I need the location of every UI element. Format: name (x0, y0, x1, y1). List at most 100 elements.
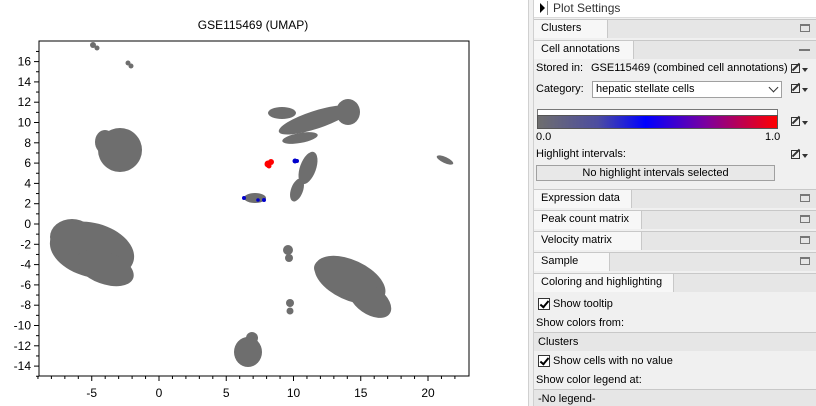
folder-icon[interactable] (800, 257, 810, 265)
y-tick-label: -12 (14, 339, 32, 353)
cell-cluster (268, 107, 296, 119)
y-tick-label: -14 (14, 359, 32, 373)
highlight-intervals-label: Highlight intervals: (536, 148, 626, 160)
plot-frame (38, 40, 470, 377)
x-tick-label: -5 (86, 386, 97, 400)
gradient-range-row: 0.0 1.0 (534, 131, 816, 144)
y-tick-label: -8 (20, 298, 31, 312)
y-tick-label: -6 (20, 278, 31, 292)
show-cells-no-value-checkbox[interactable] (538, 355, 550, 367)
show-cells-no-value-label: Show cells with no value (553, 355, 673, 367)
section-expression-data[interactable]: Expression data (534, 189, 816, 208)
folder-icon[interactable] (800, 24, 810, 32)
show-tooltip-label: Show tooltip (553, 298, 613, 310)
category-select-value: hepatic stellate cells (596, 83, 695, 95)
edit-dropdown-icon[interactable] (790, 62, 808, 76)
plot-settings-panel: Plot Settings Clusters Cell annotations … (534, 0, 816, 406)
cell-cluster (95, 130, 115, 154)
show-tooltip-checkbox[interactable] (538, 298, 550, 310)
section-cell-annotations-label[interactable]: Cell annotations (534, 41, 634, 59)
section-peak-count-matrix[interactable]: Peak count matrix (534, 210, 816, 229)
y-tick-label: 10 (18, 116, 32, 130)
plot-settings-title: Plot Settings (553, 1, 621, 15)
highlight-button-row: No highlight intervals selected (534, 164, 816, 182)
expand-arrow-icon[interactable] (540, 3, 545, 13)
gradient-min-label: 0.0 (536, 131, 552, 143)
stored-in-label: Stored in: (536, 62, 584, 74)
legend-position-select[interactable]: -No legend- (534, 389, 816, 406)
cell-cluster (283, 245, 293, 255)
colors-from-select[interactable]: Clusters (534, 332, 816, 351)
show-colors-from-row: Show colors from: (534, 317, 816, 331)
folder-icon[interactable] (800, 215, 810, 223)
low-value-cells (295, 159, 299, 163)
x-axis: -5 0 5 10 15 20 (37, 376, 456, 400)
cell-cluster (314, 258, 342, 278)
stored-in-value: GSE115469 (combined cell annotations) (591, 62, 788, 74)
x-tick-label: 10 (287, 386, 301, 400)
collapse-icon[interactable] (799, 49, 810, 51)
section-clusters[interactable]: Clusters (534, 19, 816, 38)
y-tick-label: 6 (24, 156, 31, 170)
section-coloring-label[interactable]: Coloring and highlighting (534, 274, 674, 292)
y-tick-label: 2 (24, 197, 31, 211)
category-row: Category: hepatic stellate cells (534, 81, 816, 98)
cell-cluster (336, 99, 360, 125)
x-tick-label: 5 (223, 386, 230, 400)
chevron-down-icon[interactable] (768, 82, 779, 93)
highlighted-cells (266, 163, 272, 169)
y-tick-label: 4 (24, 176, 31, 190)
x-tick-label: 15 (354, 386, 368, 400)
cell-cluster (94, 45, 100, 51)
show-legend-label: Show color legend at: (536, 374, 642, 386)
cell-cluster (286, 307, 294, 315)
color-gradient[interactable] (537, 115, 778, 129)
y-tick-label: 16 (18, 55, 32, 69)
cell-cluster (246, 332, 258, 344)
section-coloring[interactable]: Coloring and highlighting (534, 273, 816, 292)
y-tick-label: 14 (18, 75, 32, 89)
plot-settings-header[interactable]: Plot Settings (534, 0, 816, 18)
edit-dropdown-icon[interactable] (790, 82, 808, 96)
stored-in-row: Stored in: GSE115469 (combined cell anno… (534, 62, 816, 78)
y-axis: 16 14 12 10 8 6 4 2 0 -2 -4 -6 -8 -10 -12 -14 (14, 50, 39, 377)
edit-dropdown-icon[interactable] (790, 148, 808, 162)
cell-cluster (128, 63, 134, 69)
show-colors-from-label: Show colors from: (536, 317, 625, 329)
y-tick-label: -4 (20, 258, 31, 272)
section-peak-count-matrix-label[interactable]: Peak count matrix (534, 211, 642, 229)
section-expression-data-label[interactable]: Expression data (534, 190, 632, 208)
section-clusters-label[interactable]: Clusters (534, 20, 608, 38)
low-value-cells (262, 198, 266, 202)
highlight-row: Highlight intervals: (534, 148, 816, 164)
show-legend-row: Show color legend at: (534, 374, 816, 388)
category-select[interactable]: hepatic stellate cells (592, 81, 782, 98)
color-gradient-row (534, 109, 816, 129)
y-tick-label: -10 (14, 319, 32, 333)
section-cell-annotations[interactable]: Cell annotations (534, 40, 816, 59)
y-tick-label: 12 (18, 95, 32, 109)
y-tick-label: -2 (20, 237, 31, 251)
show-cells-row: Show cells with no value (534, 354, 816, 370)
gradient-max-label: 1.0 (765, 131, 781, 143)
cell-cluster (286, 299, 294, 307)
section-sample[interactable]: Sample (534, 252, 816, 271)
category-label: Category: (536, 83, 584, 95)
umap-plot-svg: GSE115469 (UMAP) -5 0 5 10 15 20 16 14 12 10 8 6 4 2… (14, 18, 470, 400)
low-value-cells (242, 196, 246, 200)
edit-dropdown-icon[interactable] (790, 115, 808, 129)
x-tick-label: 0 (156, 386, 163, 400)
section-velocity-matrix[interactable]: Velocity matrix (534, 231, 816, 250)
cell-cluster (285, 254, 293, 262)
umap-plot[interactable]: GSE115469 (UMAP) -5 0 5 10 15 20 16 14 12 10 8 6 4 2… (0, 0, 528, 406)
y-tick-label: 8 (24, 136, 31, 150)
cell-cluster (50, 219, 94, 255)
x-tick-label: 20 (421, 386, 435, 400)
folder-icon[interactable] (800, 194, 810, 202)
low-value-cells (256, 198, 260, 202)
folder-icon[interactable] (800, 236, 810, 244)
section-sample-label[interactable]: Sample (534, 253, 610, 271)
plot-title: GSE115469 (UMAP) (198, 18, 309, 32)
no-highlight-intervals-button[interactable]: No highlight intervals selected (536, 165, 775, 181)
section-velocity-matrix-label[interactable]: Velocity matrix (534, 232, 642, 250)
